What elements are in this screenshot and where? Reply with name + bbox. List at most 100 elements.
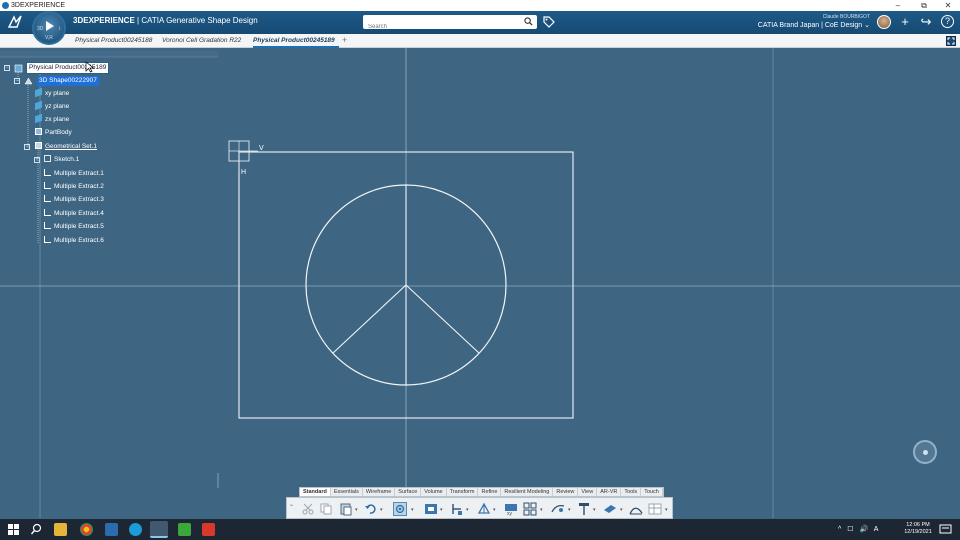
- dassault-logo-icon[interactable]: [6, 14, 26, 30]
- tab-resilient-modeling[interactable]: Resilient Modeling: [501, 488, 554, 496]
- tab-wireframe[interactable]: Wireframe: [363, 488, 396, 496]
- outlook-icon[interactable]: [105, 523, 118, 536]
- share-icon[interactable]: ↪: [919, 15, 933, 29]
- tab-view[interactable]: View: [578, 488, 598, 496]
- tree-expand-sketch[interactable]: +: [34, 157, 40, 163]
- tab-physical-product-188[interactable]: Physical Product00245188: [75, 36, 159, 48]
- cut-icon[interactable]: [301, 502, 315, 516]
- play-icon[interactable]: [46, 21, 54, 31]
- tab-essentials[interactable]: Essentials: [331, 488, 363, 496]
- axis-h-label: H: [241, 169, 246, 176]
- copy-icon[interactable]: [319, 502, 333, 516]
- point-dropdown-icon[interactable]: ▾: [466, 507, 470, 513]
- update-icon[interactable]: [393, 502, 407, 516]
- sketch-dropdown-icon[interactable]: ▾: [440, 507, 444, 513]
- recorder-icon[interactable]: [202, 523, 215, 536]
- pattern-icon[interactable]: [523, 502, 537, 516]
- tab-transform[interactable]: Transform: [447, 488, 479, 496]
- tab-volume[interactable]: Volume: [421, 488, 447, 496]
- navigation-compass-icon[interactable]: [913, 440, 937, 464]
- search-taskbar-icon[interactable]: [30, 523, 43, 536]
- sketch-tool-icon[interactable]: [424, 502, 438, 516]
- taskbar-clock[interactable]: 12:06 PM 12/19/2021: [899, 522, 937, 536]
- point-tool-icon[interactable]: [450, 502, 464, 516]
- tab-physical-product-189[interactable]: Physical Product00245189: [253, 36, 339, 48]
- notifications-icon[interactable]: [939, 523, 952, 536]
- close-button[interactable]: ✕: [936, 0, 960, 11]
- skype-icon[interactable]: [129, 523, 142, 536]
- knowledge-icon[interactable]: [603, 502, 617, 516]
- search-input[interactable]: [363, 20, 513, 34]
- tree-item-sketch[interactable]: Sketch.1: [44, 155, 79, 165]
- formula-icon[interactable]: [577, 502, 591, 516]
- tree-item-xy-plane[interactable]: xy plane: [35, 87, 69, 99]
- law-dropdown-icon[interactable]: ▾: [568, 507, 572, 513]
- formula-dropdown-icon[interactable]: ▾: [593, 507, 597, 513]
- tab-ar-vr[interactable]: AR-VR: [597, 488, 622, 496]
- extract-icon: [44, 222, 51, 229]
- system-tray[interactable]: ^ ☐ 🔊 A: [838, 525, 880, 533]
- plane-tool-icon[interactable]: [477, 502, 491, 516]
- tree-collapse-root[interactable]: −: [4, 65, 10, 71]
- tree-collapse-geoset[interactable]: −: [24, 144, 30, 150]
- tree-item-multiple-extract-4[interactable]: Multiple Extract.4: [44, 209, 104, 219]
- tree-item-multiple-extract-6[interactable]: Multiple Extract.6: [44, 236, 104, 246]
- compass-widget[interactable]: 3D i V,R: [32, 11, 66, 45]
- tree-root-node[interactable]: Physical Product00245189: [25, 62, 110, 74]
- svg-text:xy: xy: [507, 511, 513, 516]
- search-box[interactable]: [363, 15, 537, 34]
- tree-item-zx-plane[interactable]: zx plane: [35, 113, 69, 125]
- fullscreen-icon[interactable]: [946, 36, 956, 46]
- pattern-dropdown-icon[interactable]: ▾: [540, 507, 544, 513]
- tab-review[interactable]: Review: [553, 488, 579, 496]
- 3dexperience-taskbar-icon[interactable]: [150, 521, 168, 538]
- tree-item-multiple-extract-2[interactable]: Multiple Extract.2: [44, 182, 104, 192]
- paste-icon[interactable]: [339, 502, 353, 516]
- tab-touch[interactable]: Touch: [641, 488, 663, 496]
- tree-item-geometrical-set[interactable]: Geometrical Set.1: [35, 142, 97, 152]
- file-explorer-icon[interactable]: [54, 523, 67, 536]
- chrome-icon[interactable]: [80, 523, 93, 536]
- tab-standard[interactable]: Standard: [300, 488, 331, 496]
- undo-dropdown-icon[interactable]: ▾: [380, 507, 384, 513]
- plane-icon: [35, 87, 42, 98]
- avatar[interactable]: [877, 15, 891, 29]
- minimize-button[interactable]: –: [886, 0, 910, 11]
- law-icon[interactable]: [551, 502, 565, 516]
- update-dropdown-icon[interactable]: ▾: [411, 507, 415, 513]
- tag-icon[interactable]: [543, 16, 555, 28]
- geometrical-set-icon: [35, 142, 42, 149]
- tab-voronoi-cell[interactable]: Voronoi Cell Gradation R22: [162, 36, 248, 48]
- windows-start-icon[interactable]: [7, 523, 20, 536]
- user-info[interactable]: Claude BOURBIGOT CATIA Brand Japan | CoE…: [758, 14, 870, 29]
- help-icon[interactable]: ?: [941, 15, 954, 28]
- tree-item-yz-plane[interactable]: yz plane: [35, 100, 69, 112]
- tab-tools[interactable]: Tools: [621, 488, 642, 496]
- tree-item-multiple-extract-5[interactable]: Multiple Extract.5: [44, 222, 104, 232]
- sketch-left-diagonal[interactable]: [332, 284, 407, 354]
- window-title: 3DEXPERIENCE: [11, 2, 66, 9]
- paste-dropdown-icon[interactable]: ▾: [355, 507, 359, 513]
- undo-icon[interactable]: [364, 502, 378, 516]
- user-context[interactable]: CATIA Brand Japan | CoE Design ⌄: [758, 21, 870, 29]
- action-bar-expand-icon[interactable]: ⌄: [289, 501, 294, 508]
- tree-item-partbody[interactable]: PartBody: [35, 128, 72, 138]
- camtasia-icon[interactable]: [178, 523, 191, 536]
- add-tab-button[interactable]: +: [342, 35, 347, 45]
- tree-collapse-shape[interactable]: −: [14, 78, 20, 84]
- table-icon[interactable]: [648, 502, 662, 516]
- tab-surface[interactable]: Surface: [395, 488, 422, 496]
- curve-analysis-icon[interactable]: [629, 502, 643, 516]
- sketch-right-diagonal[interactable]: [405, 284, 480, 354]
- restore-button[interactable]: ⧉: [912, 0, 936, 11]
- table-dropdown-icon[interactable]: ▾: [665, 507, 669, 513]
- tab-refine[interactable]: Refine: [478, 488, 502, 496]
- tree-item-multiple-extract-3[interactable]: Multiple Extract.3: [44, 195, 104, 205]
- measure-icon[interactable]: xy: [504, 502, 518, 516]
- knowledge-dropdown-icon[interactable]: ▾: [620, 507, 624, 513]
- tree-item-multiple-extract-1[interactable]: Multiple Extract.1: [44, 169, 104, 179]
- add-icon[interactable]: +: [898, 15, 912, 29]
- search-icon[interactable]: [524, 17, 533, 26]
- tree-shape-node[interactable]: 3D Shape00222907: [37, 76, 99, 86]
- plane-dropdown-icon[interactable]: ▾: [493, 507, 497, 513]
